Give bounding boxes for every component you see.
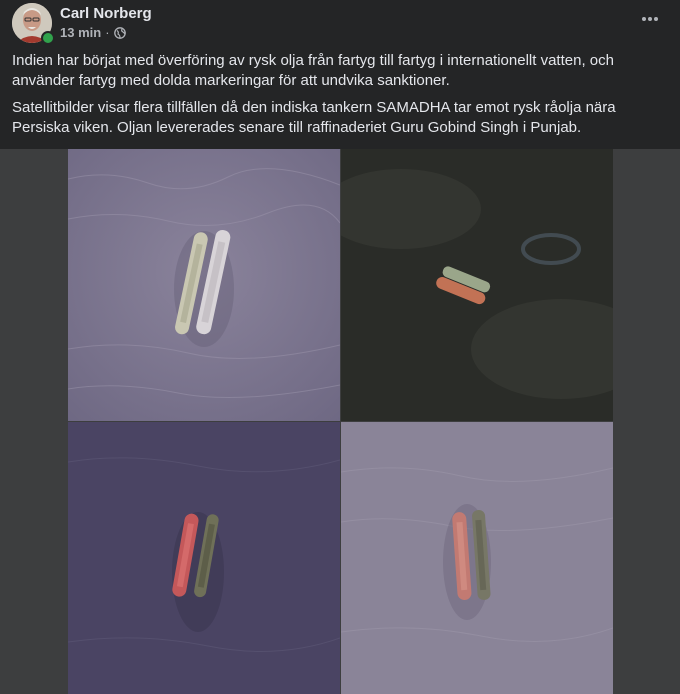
more-options-button[interactable]	[636, 9, 664, 29]
more-horizontal-icon	[642, 17, 658, 21]
post-paragraph-2: Satellitbilder visar flera tillfällen då…	[12, 99, 616, 136]
satellite-tile-top-right	[341, 149, 613, 421]
post-header: Carl Norberg 13 min ·	[12, 3, 668, 45]
post-time[interactable]: 13 min	[60, 25, 101, 41]
satellite-image-grid	[68, 149, 613, 694]
satellite-tile-bottom-left	[68, 422, 340, 694]
globe-icon[interactable]	[113, 27, 126, 39]
facebook-post: Carl Norberg 13 min · Indien har börjat …	[0, 0, 680, 694]
satellite-tile-bottom-right	[341, 422, 613, 694]
post-text: Indien har börjat med överföring av rysk…	[12, 51, 668, 145]
post-image[interactable]	[0, 149, 680, 694]
author-name[interactable]: Carl Norberg	[60, 5, 152, 23]
post-paragraph-1: Indien har börjat med överföring av rysk…	[12, 52, 614, 89]
meta-separator: ·	[105, 25, 110, 40]
satellite-tile-top-left	[68, 149, 340, 421]
post-meta: 13 min ·	[60, 25, 126, 41]
online-status-dot	[41, 31, 55, 45]
